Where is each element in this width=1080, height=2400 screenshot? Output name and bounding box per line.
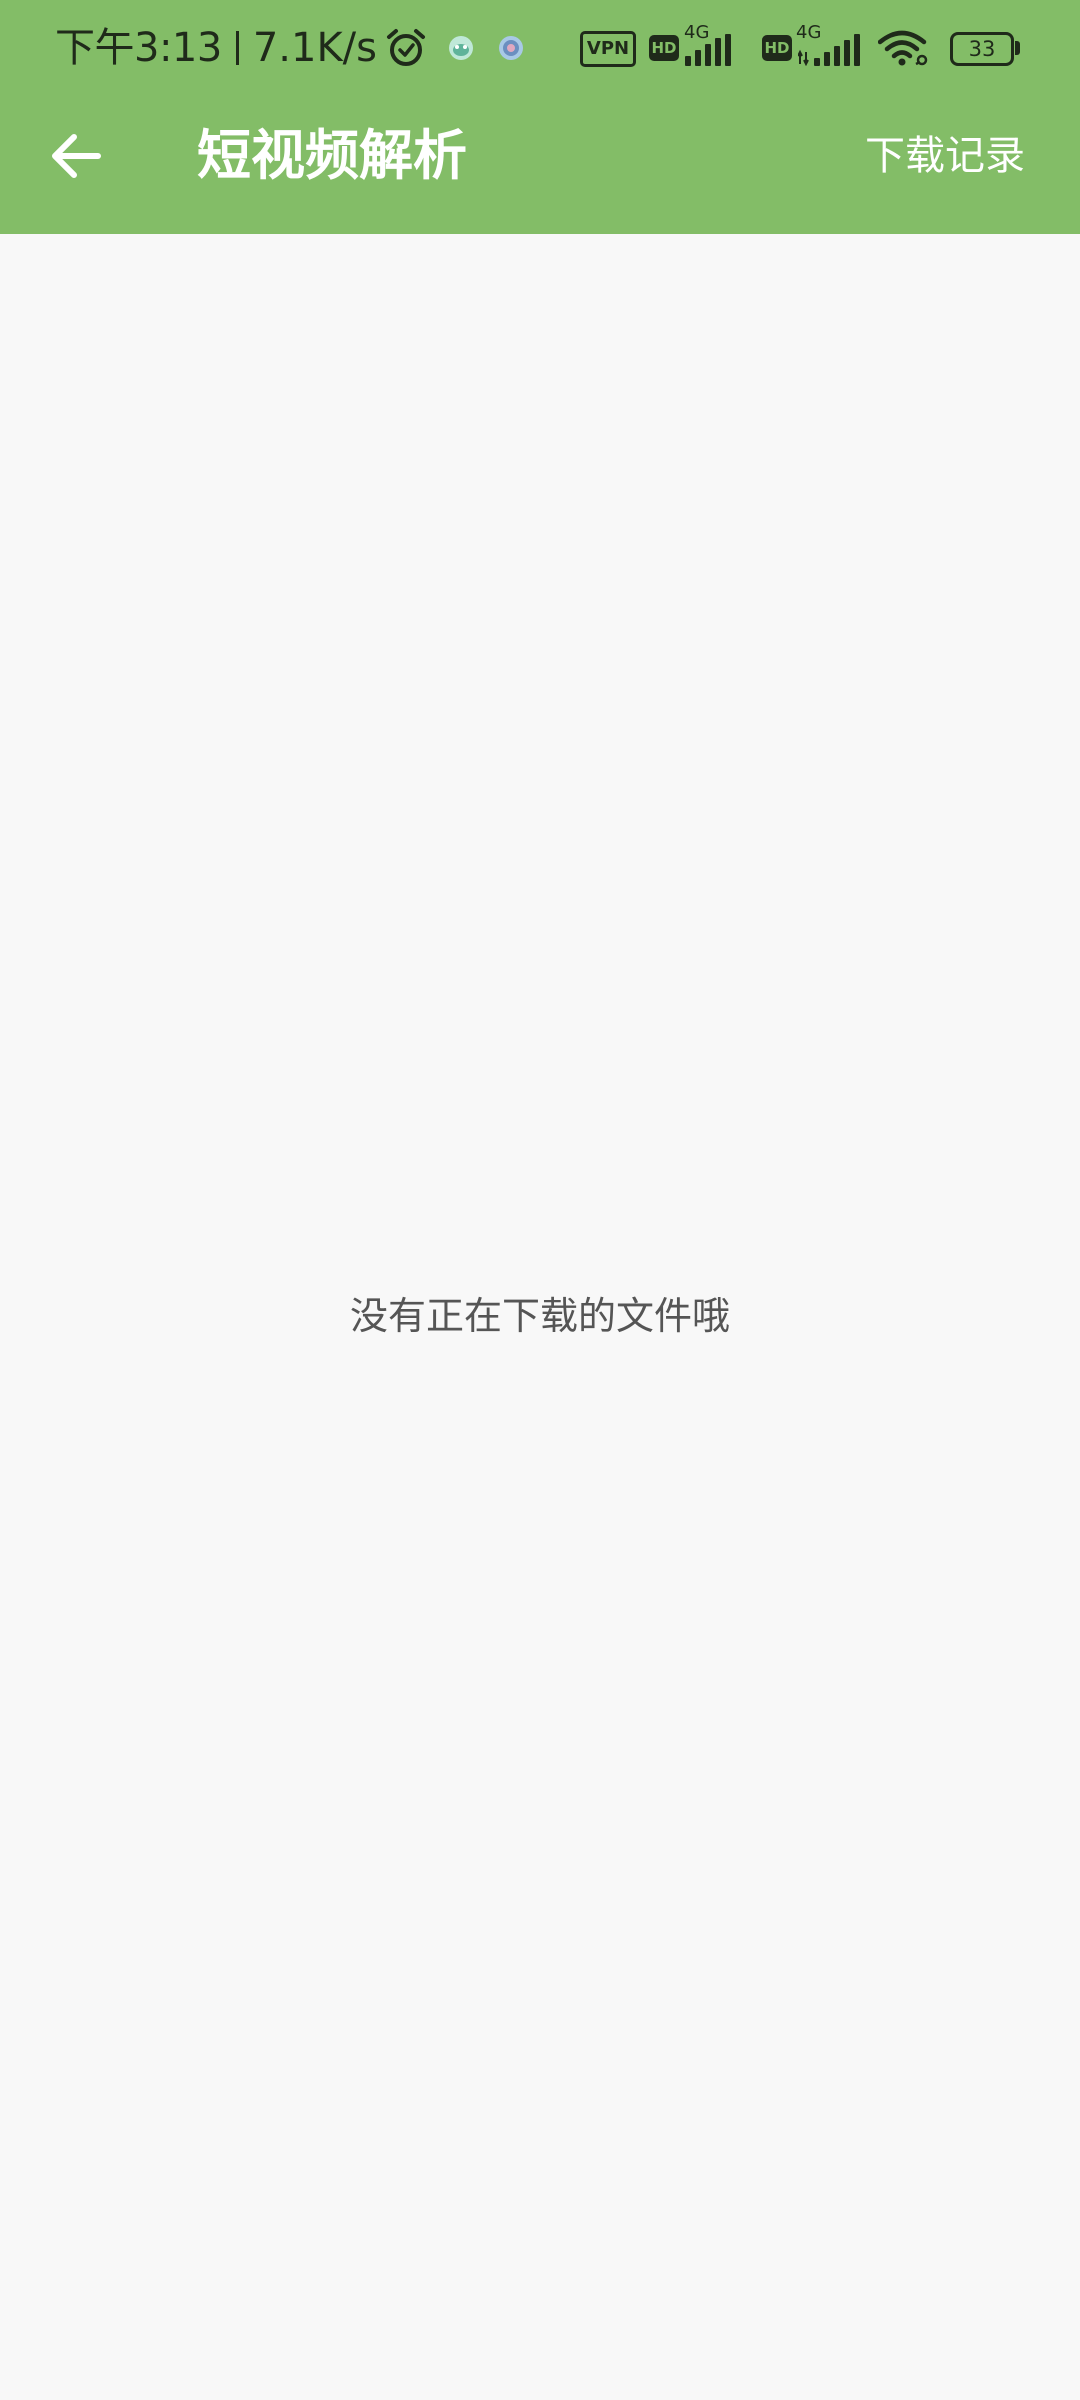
network-speed: 7.1K/s — [252, 25, 377, 71]
wifi-icon — [878, 30, 928, 66]
status-divider — [235, 31, 239, 65]
vpn-icon: VPN — [580, 31, 636, 67]
app-header: 下午3:13 7.1K/s VPN HD 4G HD 4G 33 短视频解析 下… — [0, 0, 1080, 234]
alarm-icon — [385, 27, 427, 69]
hd-icon: HD — [762, 35, 792, 61]
hd-icon: HD — [649, 35, 679, 61]
battery-icon: 33 — [950, 32, 1014, 66]
back-button[interactable] — [38, 118, 114, 194]
status-bar: 下午3:13 7.1K/s VPN HD 4G HD 4G 33 — [0, 0, 1080, 96]
app-notification-icon — [495, 32, 527, 64]
empty-state-message: 没有正在下载的文件哦 — [349, 1294, 730, 1338]
battery-cap — [1015, 41, 1020, 55]
signal-icon — [798, 34, 860, 66]
app-notification-icon — [445, 32, 477, 64]
page-title: 短视频解析 — [197, 124, 467, 187]
arrow-left-icon — [52, 134, 101, 178]
download-history-button[interactable]: 下载记录 — [865, 128, 1025, 184]
signal-icon — [685, 34, 731, 66]
status-time: 下午3:13 — [55, 25, 222, 71]
status-left: 下午3:13 7.1K/s — [55, 20, 527, 76]
status-right: VPN HD 4G HD 4G 33 — [580, 20, 1080, 76]
